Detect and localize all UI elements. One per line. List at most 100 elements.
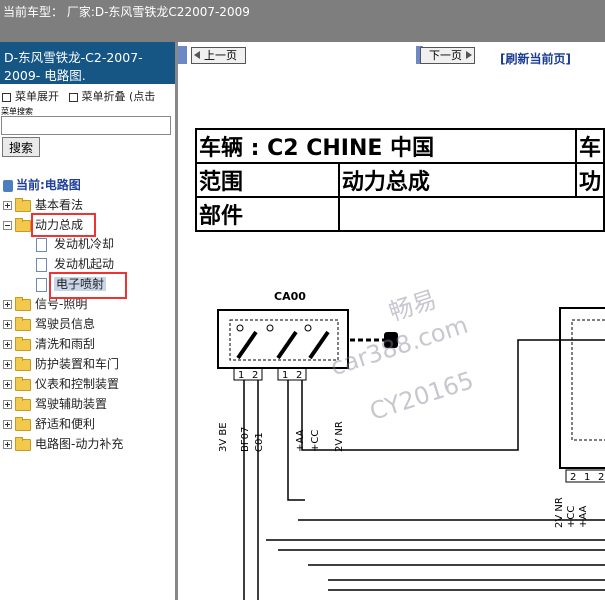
wire-label: 2V NR: [554, 497, 565, 528]
tree-item-label: 舒适和便利: [35, 417, 96, 431]
folder-icon: [15, 296, 31, 311]
folder-icon: [15, 396, 31, 411]
document-header-table: 车辆 : C2 CHINE 中国 车 范围 动力总成 功 部件: [195, 128, 605, 232]
wire-label: +CC: [566, 506, 577, 528]
switch-contact: [308, 330, 330, 360]
terminal: [266, 324, 274, 332]
tree-item[interactable]: 基本看法: [3, 196, 83, 214]
wire-label: C01: [254, 432, 265, 452]
wire-label: BF07: [240, 427, 251, 452]
document-icon: [36, 237, 47, 252]
page-nav-bar: 上一页 下一页 [刷新当前页]: [178, 42, 605, 68]
tree-item-label: 基本看法: [35, 198, 84, 212]
folder-icon: [15, 356, 31, 371]
wire-label: +AA: [295, 430, 306, 452]
prev-page-button[interactable]: 上一页: [191, 47, 246, 64]
folder-icon: [15, 436, 31, 451]
scope-cell-cut: 功: [574, 162, 605, 198]
prev-label: 上一页: [204, 49, 237, 62]
tree-item-label: 发动机起动: [54, 257, 115, 271]
home-icon: [3, 179, 13, 192]
tree-item[interactable]: 舒适和便利: [3, 415, 95, 433]
scope-label-cell: 范围: [195, 162, 340, 198]
content-frame: 上一页 下一页 [刷新当前页] 车辆 : C2 CHINE 中国 车 范围 动力…: [178, 42, 605, 600]
tree-item[interactable]: 仪表和控制装置: [3, 375, 119, 393]
pin-number: 2: [296, 370, 302, 381]
collapse-icon[interactable]: [68, 92, 78, 102]
tree-item[interactable]: 发动机冷却: [36, 235, 114, 253]
expand-icon[interactable]: [3, 320, 12, 329]
expand-icon[interactable]: [3, 201, 12, 210]
wire-label: +AA: [578, 506, 589, 528]
pin-number: 2: [570, 472, 576, 483]
vehicle-cell: 车辆 : C2 CHINE 中国: [195, 128, 577, 164]
expand-icon[interactable]: [3, 380, 12, 389]
left-panel: D-东风雪铁龙-C2-2007- 2009- 电路图. 菜单展开 菜单折叠 (点…: [0, 42, 175, 600]
folder-icon: [15, 217, 31, 232]
menu-toggle-bar: 菜单展开 菜单折叠 (点击: [2, 88, 155, 104]
wire-label: 3V BE: [218, 422, 229, 452]
search-input[interactable]: [1, 116, 171, 135]
collapse-menu-link[interactable]: 菜单折叠 (点击: [82, 90, 156, 103]
expand-icon[interactable]: [3, 360, 12, 369]
tree-item-label: 清洗和雨刮: [35, 337, 96, 351]
tree-item[interactable]: 防护装置和车门: [3, 355, 119, 373]
component-box: [559, 307, 605, 469]
expand-menu-link[interactable]: 菜单展开: [15, 90, 59, 103]
title-bar: 当前车型： 厂家:D-东风雪铁龙C22007-2009: [0, 0, 605, 42]
current-location[interactable]: 当前:电路图: [3, 176, 81, 194]
tree-item-label: 电路图-动力补充: [35, 437, 124, 451]
part-label-cell: 部件: [195, 196, 340, 232]
expand-icon[interactable]: [3, 440, 12, 449]
tree-item[interactable]: 清洗和雨刮: [3, 335, 95, 353]
document-icon: [36, 257, 47, 272]
folder-icon: [15, 336, 31, 351]
highlight-box: [31, 213, 96, 237]
wiring-diagram: CA00 1 2 1 2 3V BE BF07 C01 +AA +CC 2V N…: [217, 290, 605, 600]
window-title: 当前车型： 厂家:D-东风雪铁龙C22007-2009: [3, 5, 250, 19]
expand-icon[interactable]: [3, 340, 12, 349]
next-page-button[interactable]: 下一页: [420, 47, 475, 64]
terminal: [304, 324, 312, 332]
expand-icon[interactable]: [3, 420, 12, 429]
tree-item-label: 发动机冷却: [54, 237, 115, 251]
pin-number: 2: [598, 472, 604, 483]
expand-icon[interactable]: [3, 400, 12, 409]
folder-icon: [15, 376, 31, 391]
collapse-icon[interactable]: [3, 221, 12, 230]
next-label: 下一页: [429, 49, 462, 62]
switch-contact: [276, 330, 298, 360]
folder-icon: [15, 416, 31, 431]
switch-contact: [236, 330, 258, 360]
pin-number: 1: [584, 472, 590, 483]
scope-value-cell: 动力总成: [337, 162, 577, 198]
tree-item-label: 信号-照明: [35, 297, 88, 311]
tree-item[interactable]: 发动机起动: [36, 255, 114, 273]
expand-icon[interactable]: [2, 92, 11, 102]
arrow-left-icon: [194, 51, 200, 59]
search-button[interactable]: 搜索: [2, 137, 40, 157]
vehicle-cell-cut: 车: [574, 128, 605, 164]
folder-icon: [15, 316, 31, 331]
wire-label: +CC: [310, 430, 321, 452]
tree-item[interactable]: 驾驶辅助装置: [3, 395, 107, 413]
current-label: 当前:电路图: [16, 178, 81, 192]
tree-item-label: 防护装置和车门: [35, 357, 120, 371]
tree-item[interactable]: 驾驶员信息: [3, 315, 95, 333]
scroll-marker: [178, 46, 187, 64]
panel-title: D-东风雪铁龙-C2-2007- 2009- 电路图.: [0, 42, 175, 84]
terminal: [236, 324, 244, 332]
highlight-box: [49, 272, 127, 299]
pin-number: 1: [238, 370, 244, 381]
component-inner: [571, 319, 605, 441]
panel-title-line1: D-东风雪铁龙-C2-2007-: [4, 50, 143, 65]
panel-title-line2: 2009- 电路图.: [4, 68, 86, 83]
tree-item[interactable]: 电路图-动力补充: [3, 435, 123, 453]
tree-item-label: 驾驶员信息: [35, 317, 96, 331]
pin-number: 2: [252, 370, 258, 381]
expand-icon[interactable]: [3, 300, 12, 309]
arrow-right-icon: [466, 51, 472, 59]
refresh-link[interactable]: [刷新当前页]: [500, 50, 571, 67]
pin-number: 1: [282, 370, 288, 381]
document-icon: [36, 277, 47, 292]
